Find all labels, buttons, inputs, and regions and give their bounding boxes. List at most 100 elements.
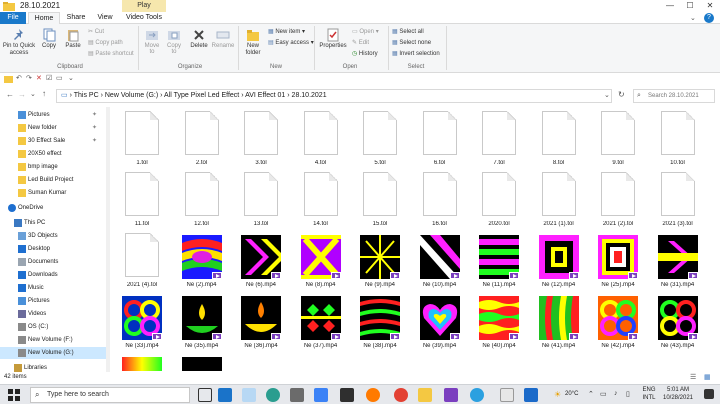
properties-quick-icon[interactable]: ☑: [46, 74, 52, 82]
video-file-item[interactable]: Ne (2).mp4: [172, 231, 230, 291]
paste-shortcut-button[interactable]: ▤ Paste shortcut: [88, 50, 134, 57]
video-file-item[interactable]: Ne (37).mp4: [291, 292, 349, 352]
sidebar-item[interactable]: OS (C:): [0, 321, 106, 333]
tol-file-item[interactable]: 15.tol: [350, 170, 408, 230]
new-folder-button[interactable]: New folder: [242, 28, 264, 57]
network-icon[interactable]: ▭: [600, 390, 607, 398]
video-thumbnail[interactable]: [122, 357, 162, 371]
tol-file-item[interactable]: 5.tol: [350, 109, 408, 169]
tol-file-item[interactable]: 11.tol: [112, 170, 170, 230]
sidebar-item[interactable]: Led Build Project: [0, 174, 106, 186]
tol-file-item[interactable]: 4.tol: [291, 109, 349, 169]
video-file-item[interactable]: Ne (42).mp4: [588, 292, 646, 352]
forward-arrow-icon[interactable]: →: [18, 90, 26, 99]
tab-home[interactable]: Home: [28, 12, 60, 24]
tol-file-item[interactable]: 3.tol: [231, 109, 289, 169]
sidebar-item[interactable]: Pictures: [0, 295, 106, 307]
sidebar-item[interactable]: New Volume (G:): [0, 347, 106, 359]
breadcrumb-current-folder[interactable]: 28.10.2021: [292, 92, 327, 99]
tol-file-item[interactable]: 2021 (3).tol: [648, 170, 706, 230]
sidebar-item[interactable]: This PC: [0, 217, 106, 229]
video-file-item[interactable]: Ne (8).mp4: [291, 231, 349, 291]
tab-view[interactable]: View: [92, 12, 118, 24]
rename-button[interactable]: Rename: [210, 28, 236, 49]
sidebar-item[interactable]: New folder ✦: [0, 122, 106, 134]
close-button[interactable]: ✕: [700, 0, 720, 12]
select-all-button[interactable]: ▦ Select all: [392, 28, 424, 35]
video-file-item[interactable]: Ne (41).mp4: [529, 292, 587, 352]
video-file-item[interactable]: Ne (39).mp4: [410, 292, 468, 352]
video-file-item[interactable]: Ne (35).mp4: [172, 292, 230, 352]
video-file-item[interactable]: Ne (10).mp4: [410, 231, 468, 291]
task-view-icon[interactable]: [198, 388, 212, 402]
video-file-item[interactable]: Ne (11).mp4: [469, 231, 527, 291]
tol-file-item[interactable]: 12.tol: [172, 170, 230, 230]
tol-file-item[interactable]: 2020.tol: [469, 170, 527, 230]
sidebar-item[interactable]: bmp image: [0, 161, 106, 173]
redo-icon[interactable]: ↷: [26, 74, 32, 82]
tol-file-item[interactable]: 14.tol: [291, 170, 349, 230]
tol-file-item[interactable]: 6.tol: [410, 109, 468, 169]
invert-selection-button[interactable]: ▦ Invert selection: [392, 50, 440, 57]
language-indicator[interactable]: ENG INTL: [642, 386, 656, 402]
sidebar-item[interactable]: Music: [0, 282, 106, 294]
copy-to-button[interactable]: Copy to: [164, 28, 184, 55]
easy-access-button[interactable]: ▤ Easy access ▾: [268, 39, 314, 46]
tol-file-item[interactable]: 10.tol: [648, 109, 706, 169]
sidebar-item[interactable]: 3D Objects: [0, 230, 106, 242]
volume-icon[interactable]: ♪: [614, 390, 618, 397]
folder-taskbar-icon[interactable]: [242, 388, 256, 402]
customize-quick-icon[interactable]: ⌄: [68, 74, 74, 82]
select-none-button[interactable]: ▦ Select none: [392, 39, 431, 46]
navigation-scrollbar[interactable]: [106, 107, 110, 372]
windows-start-icon[interactable]: [8, 389, 20, 401]
media-app-icon[interactable]: [340, 388, 354, 402]
sidebar-item[interactable]: Desktop: [0, 243, 106, 255]
weather-temp[interactable]: 20°C: [565, 391, 578, 397]
up-arrow-icon[interactable]: ↑: [42, 89, 46, 98]
video-file-item[interactable]: Ne (25).mp4: [588, 231, 646, 291]
new-item-button[interactable]: ▦ New item ▾: [268, 28, 305, 35]
recent-locations-icon[interactable]: ⌄: [30, 90, 36, 98]
video-file-item[interactable]: Ne (40).mp4: [469, 292, 527, 352]
breadcrumb-new-volume-g[interactable]: New Volume (G:): [105, 92, 158, 99]
app-icon[interactable]: [314, 388, 328, 402]
tab-video-tools[interactable]: Video Tools: [122, 12, 166, 24]
notes-icon[interactable]: [500, 388, 514, 402]
maximize-button[interactable]: ☐: [680, 0, 700, 12]
sidebar-item[interactable]: Pictures ✦: [0, 109, 106, 121]
large-icons-view-icon[interactable]: ▦: [704, 373, 711, 381]
clock[interactable]: 5:01 AM 10/28/2021: [660, 386, 696, 402]
breadcrumb-this-pc[interactable]: This PC: [74, 92, 99, 99]
address-dropdown-icon[interactable]: ⌄: [604, 91, 610, 99]
tol-file-item[interactable]: 2021 (2).tol: [588, 170, 646, 230]
video-file-item[interactable]: Ne (43).mp4: [648, 292, 706, 352]
taskbar-search-input[interactable]: ⌕ Type here to search: [30, 387, 190, 403]
properties-button[interactable]: Properties: [318, 28, 348, 49]
sidebar-item[interactable]: 30 Effect Sale ✦: [0, 135, 106, 147]
sidebar-item[interactable]: Documents: [0, 256, 106, 268]
address-bar[interactable]: ▭ › This PC › New Volume (G:) › All Type…: [56, 89, 612, 103]
video-file-item[interactable]: Ne (38).mp4: [350, 292, 408, 352]
video-file-item[interactable]: Ne (36).mp4: [231, 292, 289, 352]
video-file-item[interactable]: Ne (33).mp4: [112, 292, 170, 352]
tol-file-item[interactable]: 16.tol: [410, 170, 468, 230]
tol-file-item[interactable]: 13.tol: [231, 170, 289, 230]
tab-file[interactable]: File: [0, 12, 26, 24]
telegram-icon[interactable]: [470, 388, 484, 402]
file-explorer-icon[interactable]: [418, 388, 432, 402]
refresh-icon[interactable]: ↻: [618, 90, 625, 99]
delete-quick-icon[interactable]: ✕: [36, 74, 42, 82]
history-button[interactable]: ◷ History: [352, 50, 378, 57]
move-to-button[interactable]: Move to: [142, 28, 162, 55]
mail-icon[interactable]: [218, 388, 232, 402]
video-file-item[interactable]: Ne (6).mp4: [231, 231, 289, 291]
undo-icon[interactable]: ↶: [16, 74, 22, 82]
sidebar-item[interactable]: New Volume (F:): [0, 334, 106, 346]
context-tab-play[interactable]: Play: [122, 0, 166, 12]
firefox-icon[interactable]: [366, 388, 380, 402]
rename-quick-icon[interactable]: ▭: [56, 74, 63, 82]
tray-overflow-icon[interactable]: ⌃: [588, 390, 594, 398]
video-app-icon[interactable]: [444, 388, 458, 402]
search-input[interactable]: ⌕ Search 28.10.2021: [633, 89, 715, 103]
